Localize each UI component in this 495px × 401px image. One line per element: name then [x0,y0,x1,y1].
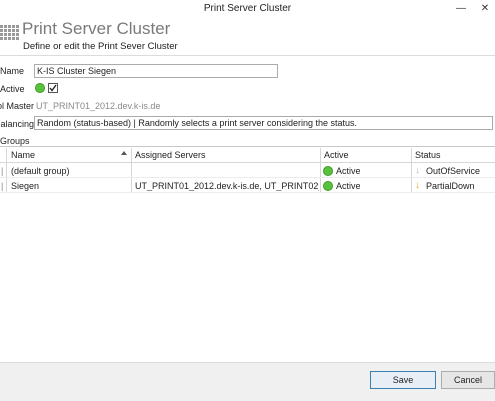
active-cell[interactable]: Active [336,181,361,191]
sort-ascending-icon [121,151,127,155]
save-button[interactable]: Save [370,371,436,389]
name-label: Name [0,66,25,76]
row-selector[interactable]: | [1,181,6,191]
page-subtitle: Define or edit the Print Sever Cluster [23,41,178,52]
cluster-icon [0,23,19,45]
status-cell[interactable]: OutOfService [426,166,480,176]
partial-down-arrow-icon: ↓ [415,180,420,191]
load-balancing-select[interactable]: Random (status-based) | Randomly selects… [34,116,493,130]
active-status-dot [35,83,45,93]
cancel-button[interactable]: Cancel [441,371,495,389]
status-cell[interactable]: PartialDown [426,181,475,191]
minimize-button[interactable]: — [452,0,470,17]
column-divider [411,148,412,192]
out-of-service-arrow-icon: ↓ [415,165,420,176]
control-master-label: Control Master [0,101,34,111]
group-name-cell[interactable]: (default group) [11,166,129,176]
group-name-cell[interactable]: Siegen [11,181,129,191]
row-divider [0,192,495,193]
groups-label: Groups [0,136,30,146]
active-cell[interactable]: Active [336,166,361,176]
column-divider [6,148,7,192]
column-divider [131,148,132,192]
active-status-dot [323,166,333,176]
name-field[interactable]: K-IS Cluster Siegen [34,64,278,78]
column-header-status[interactable]: Status [415,150,441,160]
column-divider [320,148,321,192]
active-label: Active [0,84,25,94]
active-checkbox[interactable] [48,83,58,93]
row-divider [0,177,495,178]
checkmark-icon [49,84,57,92]
close-button[interactable]: ✕ [476,0,494,17]
active-status-dot [323,181,333,191]
column-header-active[interactable]: Active [324,150,349,160]
assigned-servers-cell[interactable]: UT_PRINT01_2012.dev.k-is.de, UT_PRINT02_… [135,181,319,191]
page-title: Print Server Cluster [22,19,171,38]
column-header-assigned-servers[interactable]: Assigned Servers [135,150,206,160]
window-title: Print Server Cluster [203,3,292,14]
row-selector[interactable]: | [1,166,6,176]
header-divider [0,55,495,56]
control-master-value: UT_PRINT01_2012.dev.k-is.de [36,101,161,111]
column-header-name[interactable]: Name [11,150,35,160]
load-balancing-label: Load Balancing [0,119,34,129]
